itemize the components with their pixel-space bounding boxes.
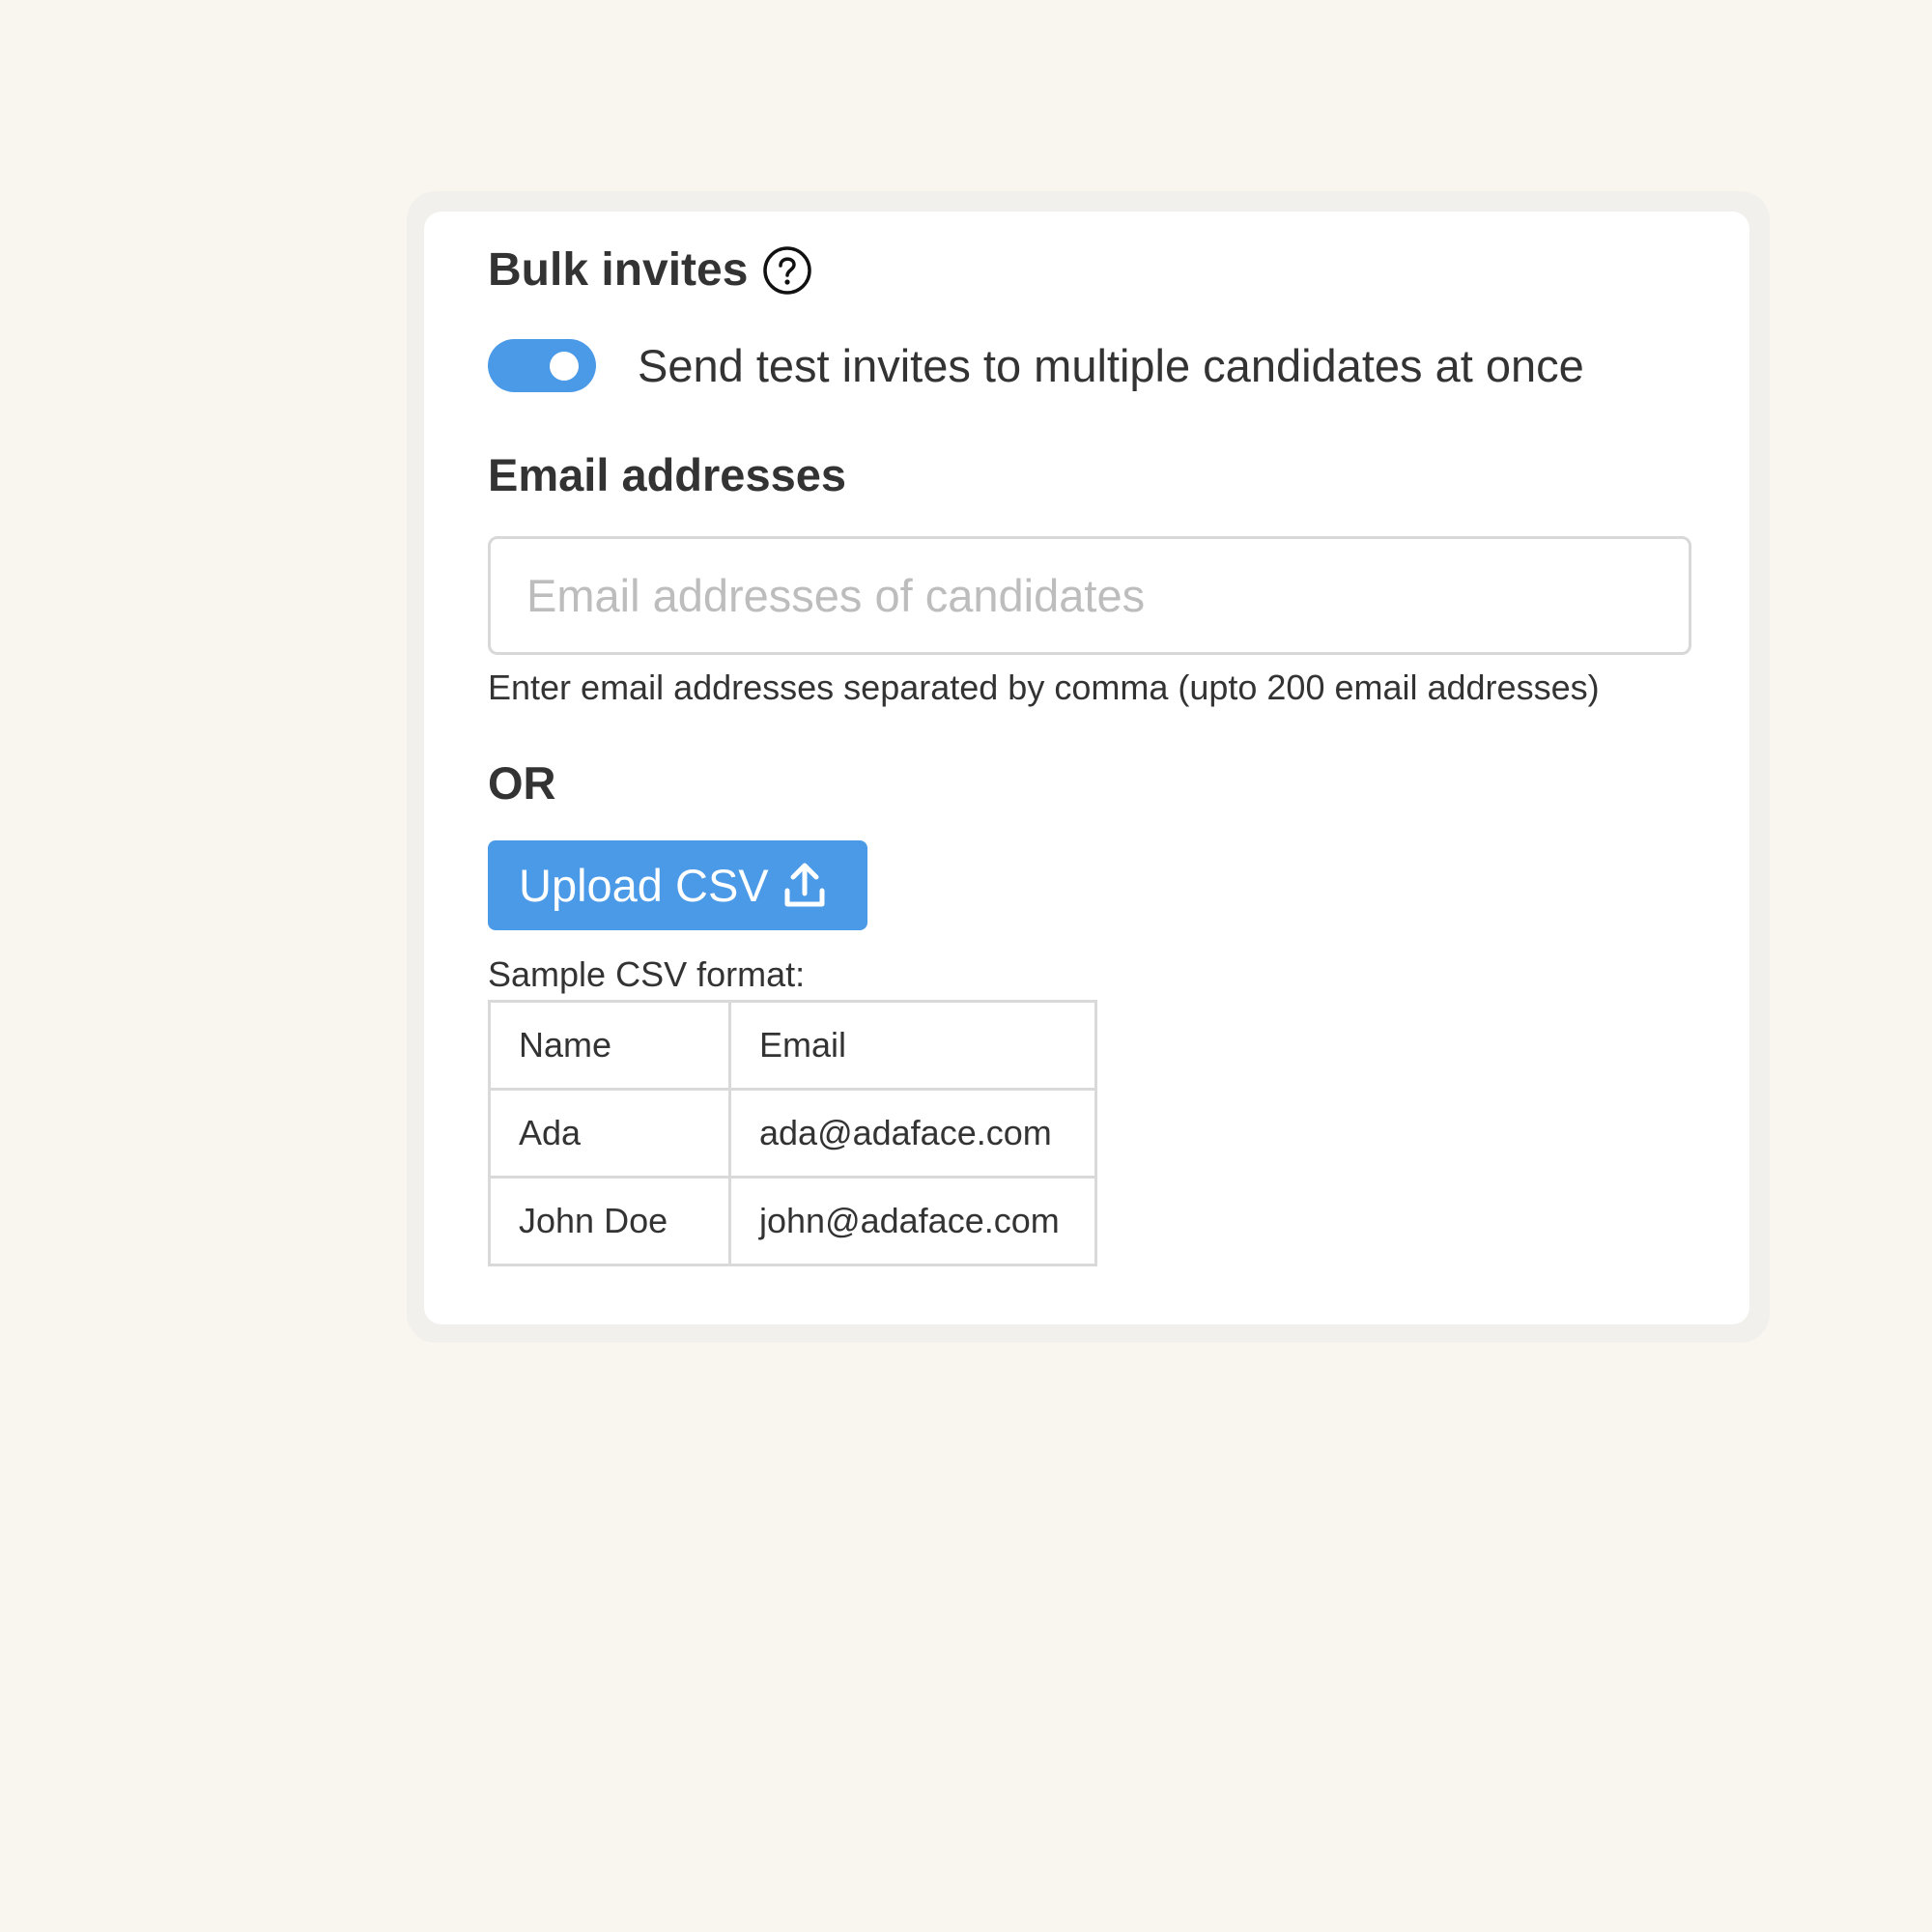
or-divider-text: OR — [488, 757, 556, 809]
bulk-invite-toggle[interactable] — [488, 339, 596, 392]
section-title: Bulk invites — [488, 244, 749, 296]
table-header-row: Name Email — [488, 1000, 1097, 1091]
sample-csv-table: Name Email Ada ada@adaface.com John Doe … — [488, 1000, 1097, 1266]
upload-csv-button[interactable]: Upload CSV — [488, 840, 867, 930]
sample-csv-label: Sample CSV format: — [488, 954, 806, 994]
toggle-label: Send test invites to multiple candidates… — [638, 340, 1584, 391]
toggle-knob — [550, 352, 579, 381]
table-cell-email: ada@adaface.com — [728, 1088, 1097, 1179]
email-addresses-label: Email addresses — [488, 449, 846, 500]
email-addresses-input[interactable] — [488, 536, 1691, 655]
header-cell-email: Email — [728, 1000, 1097, 1091]
header-cell-name: Name — [488, 1000, 731, 1091]
table-row: John Doe john@adaface.com — [488, 1176, 1097, 1266]
table-cell-name: Ada — [488, 1088, 731, 1179]
upload-icon — [784, 863, 825, 906]
upload-csv-label: Upload CSV — [519, 860, 769, 911]
table-cell-name: John Doe — [488, 1176, 731, 1266]
question-circle-icon[interactable] — [761, 244, 813, 297]
table-row: Ada ada@adaface.com — [488, 1088, 1097, 1179]
table-cell-email: john@adaface.com — [728, 1176, 1097, 1266]
email-hint-text: Enter email addresses separated by comma… — [488, 668, 1600, 707]
